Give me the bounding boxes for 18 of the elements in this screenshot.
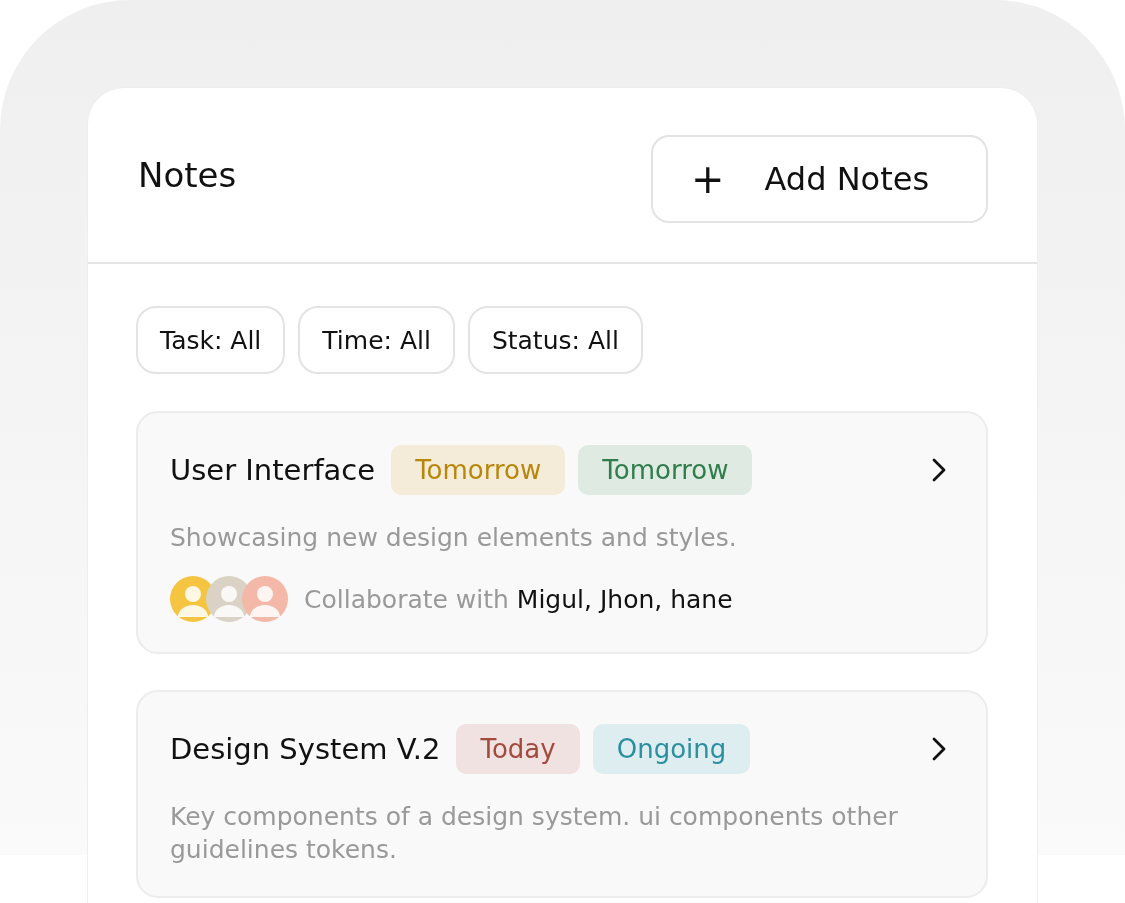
add-notes-button[interactable]: + Add Notes — [651, 135, 988, 223]
filter-chip[interactable]: Time: All — [298, 306, 455, 374]
note-description: Showcasing new design elements and styles. — [170, 522, 738, 554]
tag: Ongoing — [592, 724, 751, 774]
panel-title: Notes — [138, 155, 237, 195]
tag: Tomorrow — [391, 445, 566, 495]
note-title: Design System V.2 — [170, 732, 441, 766]
chevron-right-icon[interactable] — [932, 458, 946, 482]
filter-chip[interactable]: Task: All — [136, 306, 286, 374]
tag: Tomorrow — [578, 445, 753, 495]
tag: Today — [456, 724, 580, 774]
note-description: Key components of a design system. ui components other guidelines tokens. — [170, 801, 899, 866]
collaborators-text: Collaborate with Migul, Jhon, hane — [304, 584, 733, 614]
note-card[interactable]: Design System V.2 Today Ongoing Key components of a design system. ui components other guidelines tokens. — [136, 690, 988, 898]
note-title: User Interface — [170, 453, 376, 487]
filter-chip[interactable]: Status: All — [467, 306, 643, 374]
chevron-right-icon[interactable] — [932, 737, 946, 761]
note-card[interactable]: User Interface Tomorrow Tomorrow Showcasing new design elements and styles. Collaborate with Migul, Jhon, hane — [136, 411, 988, 654]
